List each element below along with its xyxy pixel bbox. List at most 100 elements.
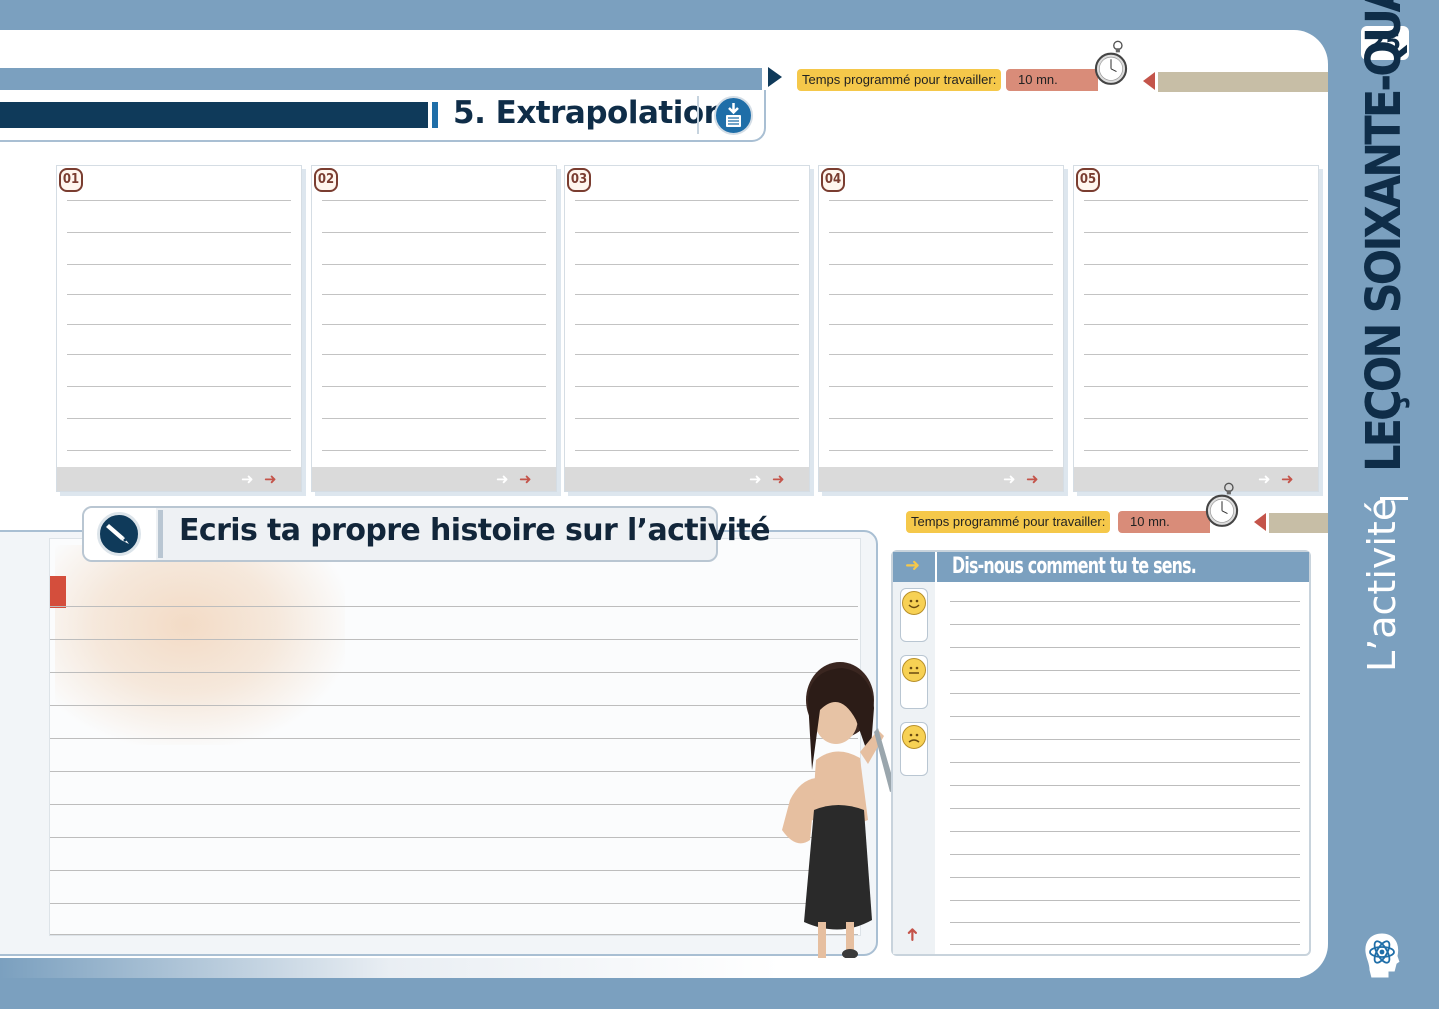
card-footer: ➜ ➜ [1074, 467, 1318, 491]
answer-card-4[interactable]: 04 ➜ ➜ [818, 165, 1064, 492]
card-line [67, 200, 291, 201]
card-line [1084, 200, 1308, 201]
story-title: Ecris ta propre histoire sur l’activité [179, 513, 770, 548]
card-line [1084, 386, 1308, 387]
next-arrow-icon[interactable]: ➜ [264, 472, 277, 487]
answer-card-5[interactable]: 05 ➜ ➜ [1073, 165, 1319, 492]
sad-face-icon [902, 725, 926, 749]
arrow-right-icon: ➜ [749, 470, 762, 488]
card-line [1084, 232, 1308, 233]
card-line [322, 386, 546, 387]
card-line [575, 294, 799, 295]
writing-line [50, 934, 858, 935]
writing-line [950, 716, 1300, 717]
card-line [322, 264, 546, 265]
card-footer: ➜ ➜ [312, 467, 556, 491]
card-line [575, 232, 799, 233]
next-arrow-icon[interactable]: ➜ [772, 472, 785, 487]
next-arrow-icon[interactable]: ➜ [519, 472, 532, 487]
card-line [1084, 324, 1308, 325]
girl-photo [782, 662, 896, 971]
card-line [575, 324, 799, 325]
card-line [322, 324, 546, 325]
timer-label: Temps programmé pour travailler: [797, 69, 1002, 91]
answer-card-1[interactable]: 01 ➜ ➜ [56, 165, 302, 492]
answer-card-2[interactable]: 02 ➜ ➜ [311, 165, 557, 492]
timer-tip-icon [1254, 513, 1266, 531]
happy-face-icon [902, 591, 926, 615]
writing-line [950, 670, 1300, 671]
atom-head-icon [1364, 932, 1401, 979]
card-line [322, 354, 546, 355]
bottom-strip [0, 958, 1300, 978]
section-title-divider [697, 96, 699, 134]
card-line [829, 324, 1053, 325]
arrow-up-icon[interactable]: ➜ [902, 927, 923, 942]
neutral-face-icon [902, 658, 926, 682]
card-line [67, 264, 291, 265]
arrow-right-icon: ➜ [905, 555, 921, 576]
card-line [575, 354, 799, 355]
writing-line [950, 693, 1300, 694]
writing-line [50, 639, 858, 640]
writing-line [950, 785, 1300, 786]
card-number: 02 [314, 168, 338, 192]
writing-line [50, 804, 858, 805]
writing-line [950, 601, 1300, 602]
card-line [829, 354, 1053, 355]
feelings-title: Dis-nous comment tu te sens. [952, 554, 1197, 579]
card-line [322, 294, 546, 295]
card-line [829, 200, 1053, 201]
card-line [829, 294, 1053, 295]
next-arrow-icon[interactable]: ➜ [1281, 472, 1294, 487]
card-line [829, 386, 1053, 387]
writing-line [50, 705, 858, 706]
section-title-bar [0, 102, 428, 128]
writing-line [950, 647, 1300, 648]
card-line [322, 450, 546, 451]
writing-line [950, 900, 1300, 901]
card-line [67, 294, 291, 295]
writing-line [950, 808, 1300, 809]
workbook-page: 5. Extrapolation Temps programmé pour tr… [0, 0, 1439, 1009]
card-line [67, 418, 291, 419]
card-line [829, 418, 1053, 419]
section-title: 5. Extrapolation [453, 95, 726, 131]
card-line [322, 232, 546, 233]
card-line [322, 418, 546, 419]
card-line [1084, 354, 1308, 355]
download-icon[interactable] [714, 96, 753, 135]
card-line [67, 354, 291, 355]
card-line [829, 232, 1053, 233]
writing-line [50, 672, 858, 673]
writing-line [950, 922, 1300, 923]
card-line [829, 264, 1053, 265]
section-label: L’activité [1360, 497, 1404, 672]
writing-line [950, 854, 1300, 855]
card-footer: ➜ ➜ [819, 467, 1063, 491]
next-arrow-icon[interactable]: ➜ [1026, 472, 1039, 487]
story-background-photo [55, 545, 345, 745]
card-line [575, 386, 799, 387]
card-number: 03 [567, 168, 591, 192]
story-margin-marker [50, 576, 66, 608]
stopwatch-icon [1094, 40, 1128, 85]
card-footer: ➜ ➜ [565, 467, 809, 491]
writing-line [950, 877, 1300, 878]
timer-value: 10 mn. [1118, 511, 1210, 533]
card-line [1084, 294, 1308, 295]
card-line [575, 200, 799, 201]
writing-line [50, 771, 858, 772]
timer-tail [1269, 513, 1328, 533]
answer-card-3[interactable]: 03 ➜ ➜ [564, 165, 810, 492]
timer-tip-icon [1143, 72, 1155, 90]
card-line [67, 450, 291, 451]
writing-line [50, 870, 858, 871]
writing-line [50, 606, 858, 607]
section-title-tick [432, 102, 438, 128]
card-line [575, 450, 799, 451]
lesson-title: LEÇON SOIXANTE-QUATRE [1356, 0, 1412, 472]
stopwatch-icon [1205, 482, 1239, 527]
arrow-right-icon: ➜ [241, 470, 254, 488]
timer-label: Temps programmé pour travailler: [906, 511, 1111, 533]
